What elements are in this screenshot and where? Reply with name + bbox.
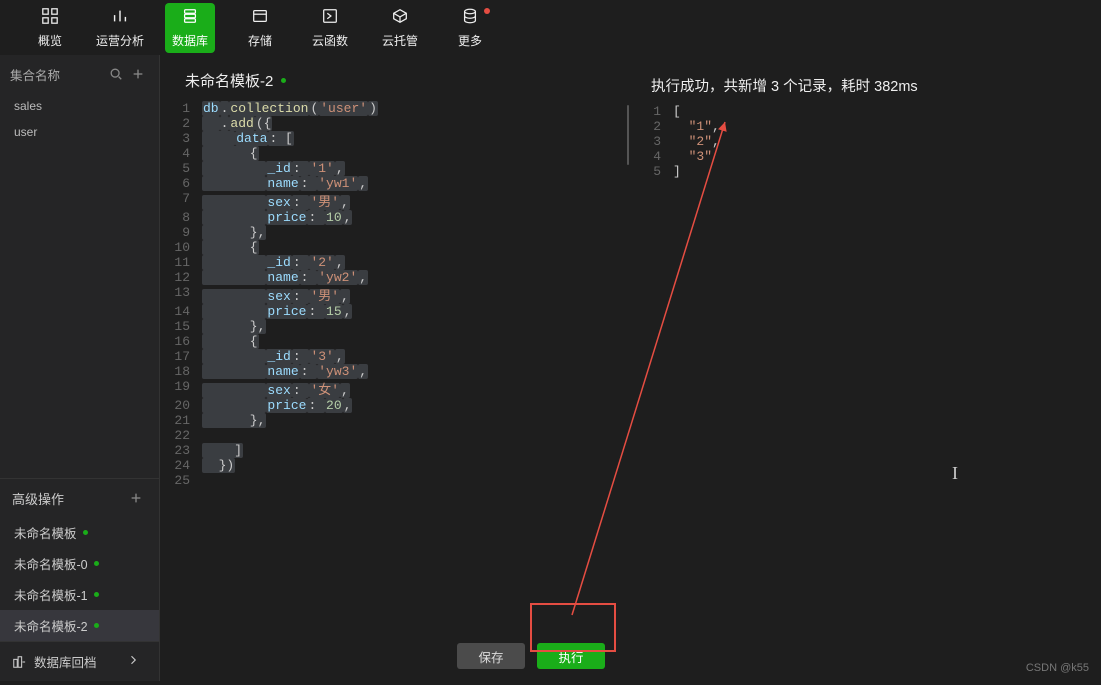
chevron-right-icon [127, 654, 147, 669]
chart-icon [111, 7, 129, 28]
unsaved-dot-icon [94, 592, 99, 597]
template-item[interactable]: 未命名模板-0 [0, 548, 159, 579]
template-name: 未命名模板 [14, 523, 77, 542]
nav-label: 云托管 [382, 32, 418, 49]
nav-chart[interactable]: 运营分析 [95, 3, 145, 53]
plus-icon[interactable] [125, 487, 147, 509]
template-name: 未命名模板-2 [14, 616, 88, 635]
result-panel: 执行成功，共新增 3 个记录，耗时 382ms 1[2 "1",3 "2",4 … [631, 55, 1101, 681]
run-button[interactable]: 执行 [537, 643, 605, 669]
nav-more[interactable]: 更多 [445, 3, 495, 53]
collections-header: 集合名称 [0, 55, 159, 93]
template-item[interactable]: 未命名模板-1 [0, 579, 159, 610]
nav-label: 运营分析 [96, 32, 144, 49]
collection-item[interactable]: sales [0, 93, 159, 119]
rollback-label: 数据库回档 [34, 652, 97, 671]
collection-item[interactable]: user [0, 119, 159, 145]
nav-database[interactable]: 数据库 [165, 3, 215, 53]
notification-dot-icon [484, 8, 490, 14]
result-output: 1[2 "1",3 "2",4 "3"5] [631, 104, 1101, 681]
unsaved-dot-icon [94, 623, 99, 628]
panel-divider[interactable] [625, 55, 631, 681]
editor-title: 未命名模板-2 [160, 55, 625, 101]
plus-icon[interactable] [127, 63, 149, 85]
editor-buttons: 保存 执行 [160, 631, 625, 681]
nav-hosting[interactable]: 云托管 [375, 3, 425, 53]
nav-label: 概览 [38, 32, 62, 49]
nav-label: 存储 [248, 32, 272, 49]
hosting-icon [391, 7, 409, 28]
rollback-button[interactable]: 数据库回档 [0, 641, 159, 681]
save-button[interactable]: 保存 [457, 643, 525, 669]
unsaved-dot-icon [83, 530, 88, 535]
sidebar: 集合名称 salesuser 高级操作 未命名模板未命名模板-0未命名模板-1未… [0, 55, 160, 681]
text-cursor-icon: I [952, 463, 958, 484]
more-icon [461, 7, 479, 28]
nav-storage[interactable]: 存储 [235, 3, 285, 53]
template-item[interactable]: 未命名模板 [0, 517, 159, 548]
overview-icon [41, 7, 59, 28]
top-nav: 概览 运营分析 数据库 存储 云函数 云托管 更多 [0, 0, 1101, 55]
nav-function[interactable]: 云函数 [305, 3, 355, 53]
watermark: CSDN @k55 [1026, 662, 1089, 674]
nav-label: 数据库 [172, 32, 208, 49]
template-name: 未命名模板-1 [14, 585, 88, 604]
advanced-header: 高级操作 [0, 478, 159, 517]
function-icon [321, 7, 339, 28]
editor-panel: 未命名模板-2 1db.collection('user')2 .add({3 … [160, 55, 625, 681]
collections-label: 集合名称 [10, 65, 105, 84]
rollback-icon [12, 655, 26, 669]
search-icon[interactable] [105, 63, 127, 85]
code-editor[interactable]: 1db.collection('user')2 .add({3 data: [4… [160, 101, 625, 631]
storage-icon [251, 7, 269, 28]
collection-list: salesuser [0, 93, 159, 145]
nav-label: 云函数 [312, 32, 348, 49]
advanced-label: 高级操作 [12, 489, 125, 508]
template-name: 未命名模板-0 [14, 554, 88, 573]
result-status: 执行成功，共新增 3 个记录，耗时 382ms [631, 55, 1101, 104]
unsaved-dot-icon [94, 561, 99, 566]
template-item[interactable]: 未命名模板-2 [0, 610, 159, 641]
unsaved-dot-icon [281, 78, 286, 83]
database-icon [181, 7, 199, 28]
nav-overview[interactable]: 概览 [25, 3, 75, 53]
nav-label: 更多 [458, 32, 482, 49]
template-list: 未命名模板未命名模板-0 未命名模板-1 未命名模板-2 [0, 517, 159, 641]
